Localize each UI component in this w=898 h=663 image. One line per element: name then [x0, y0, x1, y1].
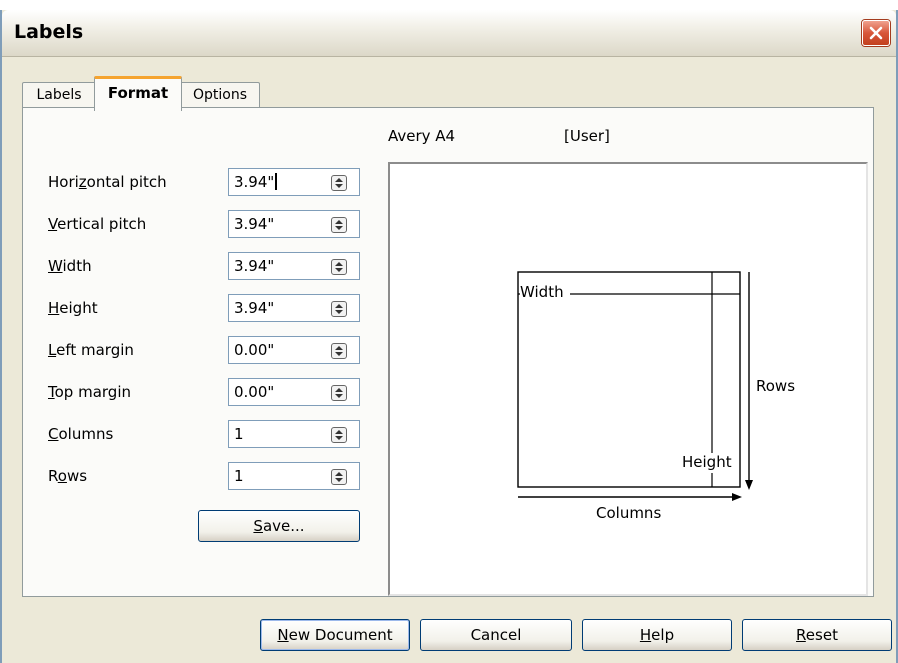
rows-label: Rows	[756, 377, 796, 395]
spin-button-icon[interactable]	[331, 301, 347, 317]
spin-button-icon[interactable]	[331, 469, 347, 485]
spin-field-value[interactable]: 0.00"	[234, 341, 274, 359]
label-preview: Width Height Rows Columns	[388, 162, 868, 596]
field-label: Columns	[48, 425, 113, 443]
spin-field-value-text: 3.94"	[234, 173, 275, 191]
field-label-text: ontal pitch	[86, 173, 167, 191]
new-document-mnemonic: N	[277, 626, 289, 644]
field-label: Horizontal pitch	[48, 173, 167, 191]
spin-field-value[interactable]: 3.94"	[234, 215, 274, 233]
close-icon	[869, 26, 883, 40]
spin-field[interactable]: 0.00"	[228, 336, 360, 364]
spin-field-value[interactable]: 0.00"	[234, 383, 274, 401]
columns-arrowhead	[732, 493, 742, 501]
field-label-prefix: R	[48, 467, 58, 485]
reset-label: eset	[805, 626, 838, 644]
field-label-prefix: Hori	[48, 173, 79, 191]
field-label-mnemonic: C	[48, 425, 59, 443]
tab-options[interactable]: Options	[180, 82, 260, 107]
spin-field-value[interactable]: 1	[234, 425, 244, 443]
field-label-mnemonic: T	[48, 383, 55, 401]
field-label: Left margin	[48, 341, 134, 359]
new-document-button[interactable]: New Document	[260, 619, 410, 651]
field-label-text: ws	[66, 467, 88, 485]
tab-format[interactable]: Format	[94, 76, 182, 111]
spin-field-value[interactable]: 3.94"	[234, 173, 278, 191]
spin-button-icon[interactable]	[331, 427, 347, 443]
field-label-mnemonic: V	[48, 215, 58, 233]
cancel-label: Cancel	[470, 626, 522, 644]
field-label-text: olumns	[58, 425, 114, 443]
field-label-text: op margin	[54, 383, 131, 401]
width-label: Width	[520, 283, 564, 301]
close-button[interactable]	[862, 20, 890, 46]
field-label-text: eft margin	[56, 341, 134, 359]
field-label-mnemonic: z	[78, 173, 87, 191]
dialog-title: Labels	[14, 21, 84, 43]
spin-button-icon[interactable]	[331, 259, 347, 275]
spin-field[interactable]: 1	[228, 462, 360, 490]
spin-field[interactable]: 0.00"	[228, 378, 360, 406]
spin-button-icon[interactable]	[331, 217, 347, 233]
field-label-mnemonic: L	[48, 341, 57, 359]
spin-field[interactable]: 3.94"	[228, 252, 360, 280]
tab-options-label: Options	[192, 87, 248, 103]
spin-button-icon[interactable]	[331, 175, 347, 191]
spin-field-value-text: 3.94"	[234, 257, 275, 275]
field-label: Vertical pitch	[48, 215, 146, 233]
rows-arrowhead	[745, 480, 753, 490]
labels-dialog: Labels Labels Format Options Horizontal …	[0, 10, 898, 663]
spin-field[interactable]: 1	[228, 420, 360, 448]
field-label-text: idth	[62, 257, 92, 275]
field-label-mnemonic: o	[57, 467, 67, 485]
field-label-text: eight	[59, 299, 98, 317]
spin-field-value[interactable]: 3.94"	[234, 299, 274, 317]
spin-field[interactable]: 3.94"	[228, 168, 360, 196]
save-button[interactable]: Save...	[198, 510, 360, 542]
field-label: Height	[48, 299, 98, 317]
reset-mnemonic: R	[796, 626, 806, 644]
help-label: elp	[651, 626, 675, 644]
reset-button[interactable]: Reset	[742, 619, 892, 651]
field-label-mnemonic: W	[48, 257, 63, 275]
spin-field-value-text: 0.00"	[234, 383, 275, 401]
spin-field[interactable]: 3.94"	[228, 210, 360, 238]
spin-button-icon[interactable]	[331, 343, 347, 359]
spin-field-value-text: 3.94"	[234, 299, 275, 317]
title-bar: Labels	[2, 10, 896, 57]
spin-field-value[interactable]: 1	[234, 467, 244, 485]
tab-format-label: Format	[107, 84, 169, 102]
help-button[interactable]: Help	[582, 619, 732, 651]
field-label: Top margin	[48, 383, 131, 401]
field-label: Width	[48, 257, 92, 275]
spin-field-value-text: 3.94"	[234, 215, 275, 233]
spin-field-value[interactable]: 3.94"	[234, 257, 274, 275]
field-label-text: ertical pitch	[57, 215, 147, 233]
cancel-button[interactable]: Cancel	[420, 619, 572, 651]
spin-field-value-text: 1	[234, 467, 244, 485]
field-label: Rows	[48, 467, 87, 485]
save-button-label: ave...	[262, 517, 305, 535]
tab-labels-label: Labels	[36, 87, 82, 103]
spin-field[interactable]: 3.94"	[228, 294, 360, 322]
spin-field-value-text: 0.00"	[234, 341, 275, 359]
spin-button-icon[interactable]	[331, 385, 347, 401]
save-button-mnemonic: S	[253, 517, 263, 535]
tab-labels[interactable]: Labels	[22, 82, 96, 107]
spin-field-value-text: 1	[234, 425, 244, 443]
help-mnemonic: H	[639, 626, 652, 644]
height-label: Height	[682, 453, 732, 471]
label-type: [User]	[564, 127, 610, 145]
new-document-label: ew Document	[288, 626, 393, 644]
field-label-mnemonic: H	[48, 299, 60, 317]
columns-label: Columns	[596, 504, 662, 522]
text-caret	[275, 173, 278, 190]
label-brand: Avery A4	[388, 127, 456, 145]
